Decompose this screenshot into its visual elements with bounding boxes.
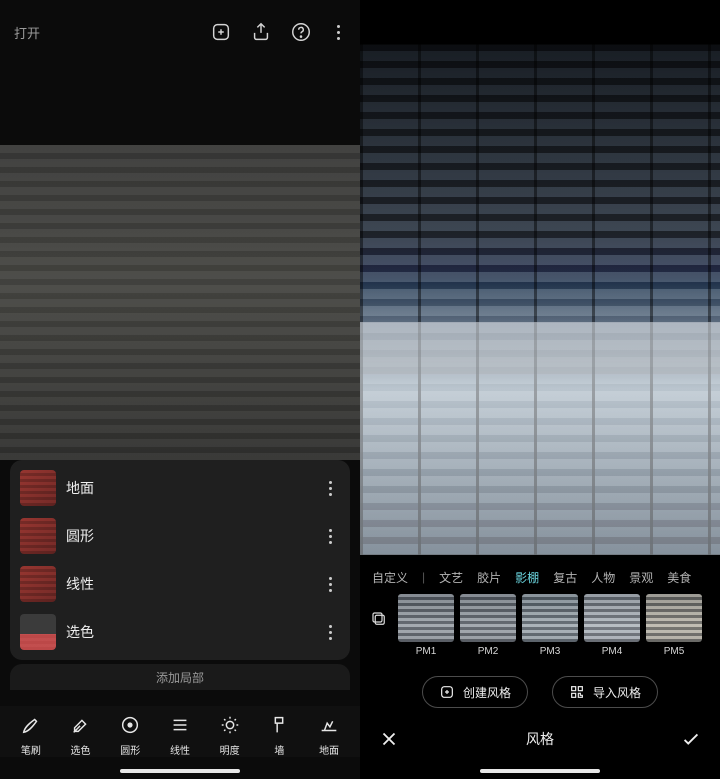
tab-landscape[interactable]: 景观 [629,569,653,586]
tool-label: 笔刷 [21,742,41,757]
button-label: 创建风格 [463,684,511,701]
help-icon[interactable] [290,21,312,43]
ground-icon [318,714,340,736]
layer-thumb-icon [20,470,56,506]
preview-image[interactable] [360,0,720,555]
brightness-icon [219,714,241,736]
preset-pm5[interactable]: PM5 [646,594,702,657]
tab-studio[interactable]: 影棚 [515,569,539,586]
tool-pick-color[interactable]: 选色 [59,714,103,757]
layer-item[interactable]: 地面 [16,464,344,512]
circle-icon [119,714,141,736]
wall-icon [268,714,290,736]
layers-panel: 地面 圆形 线性 选色 [10,460,350,660]
linear-icon [169,714,191,736]
top-bar: 打开 [0,10,360,54]
tool-label: 线性 [170,742,190,757]
create-style-button[interactable]: 创建风格 [422,676,528,708]
preset-pm1[interactable]: PM1 [398,594,454,657]
qr-icon [569,684,585,700]
tab-art[interactable]: 文艺 [439,569,463,586]
tool-label: 明度 [220,742,240,757]
layer-more-icon[interactable] [320,526,340,546]
home-indicator [480,769,600,773]
tool-ground[interactable]: 地面 [307,714,351,757]
preset-label: PM3 [540,646,561,657]
preset-thumb-icon [460,594,516,642]
preview-image[interactable] [0,145,360,460]
styles-pane: 自定义 | 文艺 胶片 影棚 复古 人物 景观 美食 PM1 PM2 PM3 P… [360,0,720,779]
style-category-tabs: 自定义 | 文艺 胶片 影棚 复古 人物 景观 美食 [360,565,720,589]
preset-label: PM1 [416,646,437,657]
add-icon[interactable] [210,21,232,43]
tab-retro[interactable]: 复古 [553,569,577,586]
tool-label: 墙 [274,742,284,757]
layer-label: 地面 [66,478,310,498]
confirm-button[interactable] [680,728,702,750]
more-icon[interactable] [330,21,346,43]
layer-more-icon[interactable] [320,478,340,498]
layer-item[interactable]: 线性 [16,560,344,608]
tool-strip: 笔刷 选色 圆形 线性 明度 墙 地面 [0,706,360,757]
layer-more-icon[interactable] [320,574,340,594]
preset-label: PM2 [478,646,499,657]
home-indicator [120,769,240,773]
layer-thumb-icon [20,566,56,602]
tool-brightness[interactable]: 明度 [208,714,252,757]
tab-food[interactable]: 美食 [667,569,691,586]
plus-box-icon [439,684,455,700]
preset-label: PM4 [602,646,623,657]
panel-title: 风格 [526,729,554,749]
tab-film[interactable]: 胶片 [477,569,501,586]
preset-strip: PM1 PM2 PM3 PM4 PM5 [360,594,720,664]
eyedropper-icon [70,714,92,736]
tool-round[interactable]: 圆形 [108,714,152,757]
tool-label: 选色 [71,742,91,757]
layer-item[interactable]: 选色 [16,608,344,656]
preset-thumb-icon [522,594,578,642]
tool-wall[interactable]: 墙 [257,714,301,757]
layer-more-icon[interactable] [320,622,340,642]
open-button[interactable]: 打开 [14,23,40,42]
local-adjust-pane: 打开 地面 圆形 [0,0,360,779]
brush-icon [20,714,42,736]
add-local-label: 添加局部 [10,664,350,690]
layer-label: 选色 [66,622,310,642]
button-label: 导入风格 [593,684,641,701]
copy-icon[interactable] [366,594,392,644]
close-button[interactable] [378,728,400,750]
tool-linear[interactable]: 线性 [158,714,202,757]
layer-label: 圆形 [66,526,310,546]
preset-label: PM5 [664,646,685,657]
top-icons [210,21,346,43]
preset-thumb-icon [398,594,454,642]
preset-pm4[interactable]: PM4 [584,594,640,657]
layer-label: 线性 [66,574,310,594]
tool-brush[interactable]: 笔刷 [9,714,53,757]
layer-thumb-icon [20,614,56,650]
layer-thumb-icon [20,518,56,554]
style-actions: 创建风格 导入风格 [360,676,720,708]
tab-custom[interactable]: 自定义 [372,569,408,586]
tool-label: 圆形 [120,742,140,757]
preset-thumb-icon [646,594,702,642]
preset-pm2[interactable]: PM2 [460,594,516,657]
import-style-button[interactable]: 导入风格 [552,676,658,708]
share-icon[interactable] [250,21,272,43]
tool-label: 地面 [319,742,339,757]
tab-portrait[interactable]: 人物 [591,569,615,586]
layer-item[interactable]: 圆形 [16,512,344,560]
preset-pm3[interactable]: PM3 [522,594,578,657]
preset-thumb-icon [584,594,640,642]
bottom-bar: 风格 [360,721,720,757]
